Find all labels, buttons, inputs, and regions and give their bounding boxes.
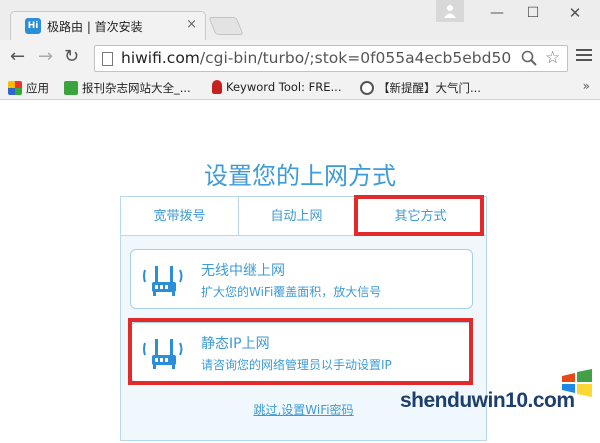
zoom-icon[interactable]	[521, 50, 537, 66]
window-close-button[interactable]: ✕	[560, 4, 590, 22]
wordpress-icon	[360, 81, 374, 95]
bookmark-apps[interactable]: 应用	[8, 80, 49, 96]
bookmark-keyword-tool[interactable]: Keyword Tool: FRE...	[212, 80, 341, 94]
green-c-icon	[64, 81, 78, 95]
red-highlight-box	[354, 195, 484, 236]
bookmark-label: 应用	[26, 81, 49, 95]
bookmark-label: 【新提醒】大气门...	[378, 81, 481, 95]
red-highlight-box	[128, 318, 473, 385]
tab-title: 极路由 | 首次安装	[47, 20, 143, 34]
watermark-logo-icon	[562, 369, 592, 397]
bookmark-label: Keyword Tool: FRE...	[226, 80, 342, 94]
bookmark-star-icon[interactable]: ☆	[545, 48, 560, 68]
watermark-text: shenduwin10.com	[400, 389, 575, 412]
bookmark-reminder[interactable]: 【新提醒】大气门...	[360, 80, 481, 96]
url-text[interactable]: hiwifi.com/cgi-bin/turbo/;stok=0f055a4ec…	[121, 49, 511, 69]
url-path: /cgi-bin/turbo/;stok=0f055a4ecb5ebd50ec8	[199, 49, 511, 67]
option-wireless-repeater[interactable]: 无线中继上网 扩大您的WiFi覆盖面积，放大信号	[130, 249, 473, 309]
bookmark-journals[interactable]: 报刊杂志网站大全_...	[64, 80, 191, 96]
window-maximize-button[interactable]: ☐	[518, 4, 548, 22]
bookmark-label: 报刊杂志网站大全_...	[82, 81, 191, 95]
page-title: 设置您的上网方式	[204, 162, 396, 190]
option-description: 扩大您的WiFi覆盖面积，放大信号	[201, 285, 382, 299]
browser-titlebar: Hi 极路由 | 首次安装 × — ☐ ✕	[0, 0, 600, 40]
connection-tabs: 宽带拨号 自动上网 其它方式	[121, 195, 486, 236]
bookmarks-bar: 应用 报刊杂志网站大全_... Keyword Tool: FRE... 【新提…	[0, 76, 600, 100]
option-title: 无线中继上网	[201, 263, 285, 279]
tab-pppoe[interactable]: 宽带拨号	[121, 197, 239, 236]
back-arrow-icon[interactable]: ←	[10, 48, 25, 66]
user-profile-button[interactable]	[436, 0, 464, 22]
new-tab-button[interactable]	[208, 17, 244, 35]
tab-dhcp[interactable]: 自动上网	[239, 197, 355, 236]
browser-toolbar: ← → ↻ hiwifi.com/cgi-bin/turbo/;stok=0f0…	[0, 40, 600, 76]
forward-arrow-icon[interactable]: →	[38, 48, 53, 66]
menu-icon[interactable]	[576, 49, 592, 64]
apps-icon	[8, 81, 22, 95]
hiwifi-favicon-icon: Hi	[25, 18, 41, 34]
flame-icon	[212, 80, 222, 94]
router-icon	[143, 266, 183, 296]
url-host: hiwifi.com	[121, 49, 200, 67]
page-icon	[102, 52, 113, 66]
window-minimize-button[interactable]: —	[482, 4, 512, 22]
address-bar[interactable]: hiwifi.com/cgi-bin/turbo/;stok=0f055a4ec…	[94, 45, 568, 72]
browser-tab[interactable]: Hi 极路由 | 首次安装 ×	[10, 11, 206, 40]
user-icon	[444, 5, 456, 18]
reload-icon[interactable]: ↻	[64, 48, 79, 66]
bookmarks-more-button[interactable]: »	[583, 79, 590, 93]
tab-close-icon[interactable]: ×	[186, 17, 197, 32]
